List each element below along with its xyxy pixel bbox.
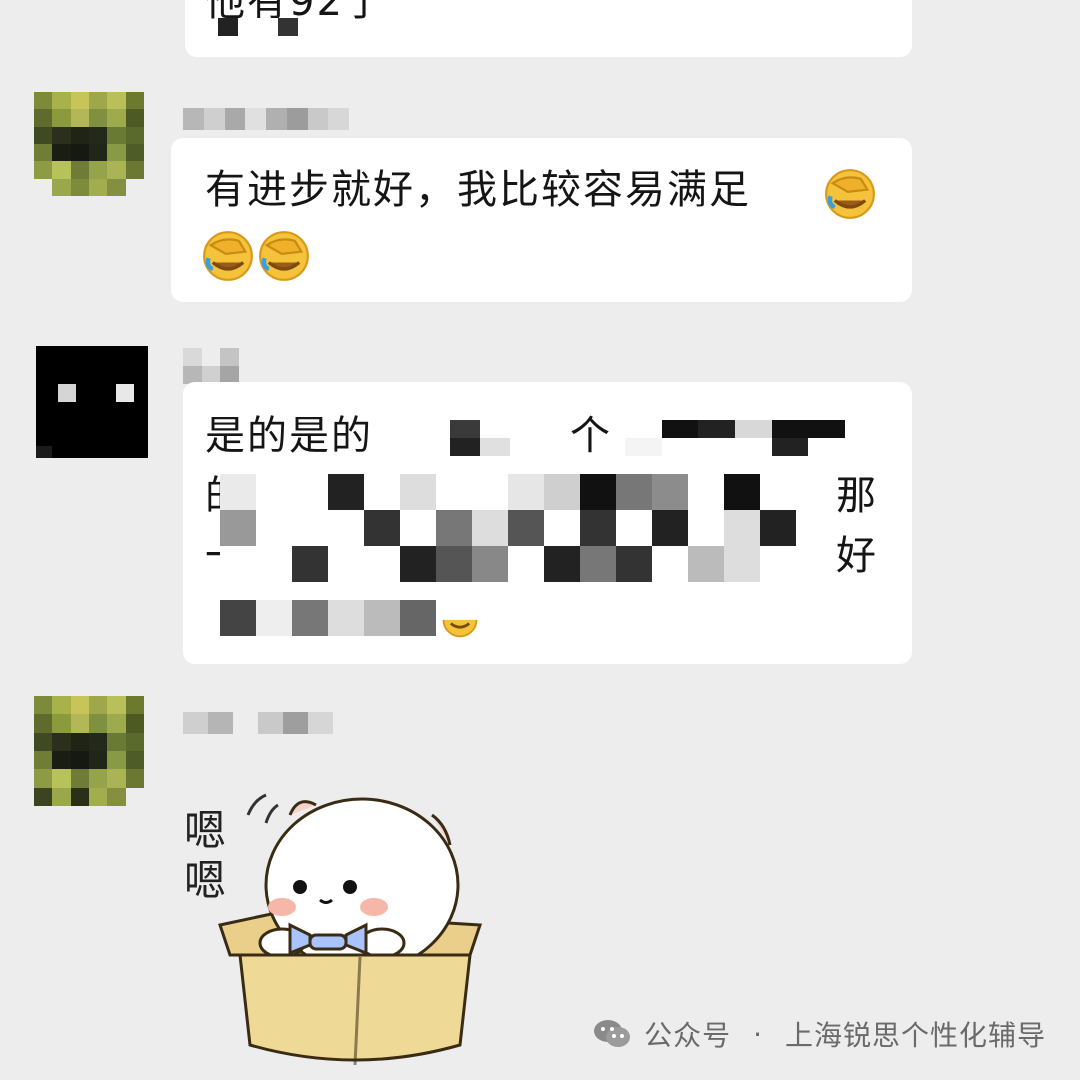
redaction-mosaic [625,420,845,456]
sticker-caption-top: 嗯 [184,806,227,855]
sticker-caption-bottom: 嗯 [184,856,227,905]
sender-name-redacted [183,348,239,384]
facepalm-emoji [825,169,875,219]
message-text-2-line3-end: 好 [836,533,878,579]
facepalm-emoji [203,231,253,281]
watermark-prefix: 公众号 [644,1019,732,1052]
redaction-mosaic [218,18,298,36]
message-text-2-line2-end: 那 [836,473,878,519]
redaction-mosaic [220,474,832,582]
avatar[interactable] [34,92,144,196]
watermark-separator: · [753,1017,763,1051]
avatar[interactable] [36,346,148,458]
avatar[interactable] [34,696,144,806]
message-text-1: 有进步就好，我比较容易满足 [205,167,751,213]
facepalm-emoji [259,231,309,281]
sender-name-redacted [183,712,333,734]
wechat-icon [594,1020,631,1047]
message-text-2-line1-mid: 个 [570,413,612,459]
redaction-mosaic [220,600,436,636]
watermark: 公众号 · 上海锐思个性化辅导 [592,1014,1046,1054]
redaction-mosaic [420,420,540,456]
smile-emoji [441,599,479,638]
sender-name-redacted [183,108,349,130]
message-text-2-line1: 是的是的 [205,413,373,459]
watermark-name: 上海锐思个性化辅导 [784,1019,1046,1052]
